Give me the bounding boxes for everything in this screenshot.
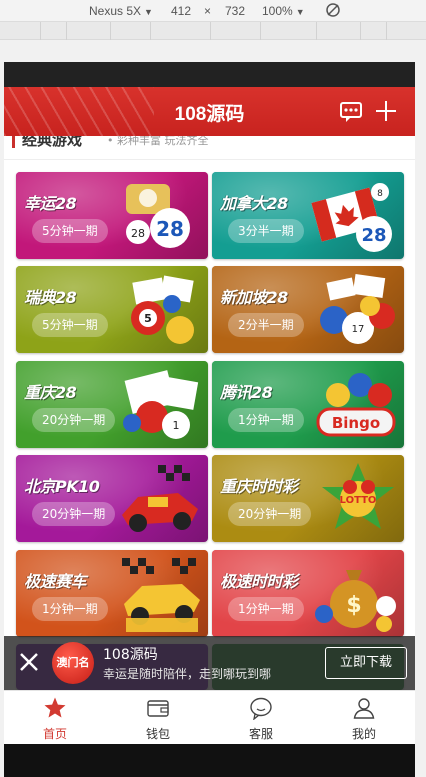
zoom-select[interactable]: 100% ▼ [262, 4, 305, 18]
screen: Nexus 5X ▼ 412 × 732 100% ▼ 108源码 经典游戏 • 彩… [0, 0, 426, 777]
game-period: 2分半一期 [228, 313, 304, 337]
phone-viewport: 108源码 经典游戏 • 彩种丰富 玩法齐全 幸运28 5分钟一期 28 28 加… [4, 62, 415, 777]
game-tile-tencent28[interactable]: 腾讯28 1分钟一期 Bingo [212, 361, 404, 448]
game-tile-canada28[interactable]: 加拿大28 3分半一期 28 8 [212, 172, 404, 259]
svg-text:1: 1 [173, 419, 180, 432]
game-tile-lucky28[interactable]: 幸运28 5分钟一期 28 28 [16, 172, 208, 259]
game-name: 瑞典28 [24, 288, 77, 307]
tab-label: 我的 [351, 727, 376, 741]
bottom-tab-bar: 首页 钱包 客服 我的 [4, 690, 415, 744]
game-name: 新加坡28 [220, 288, 288, 307]
game-name: 重庆时时彩 [220, 477, 298, 496]
app-header: 108源码 [4, 87, 415, 136]
game-period: 3分半一期 [228, 219, 304, 243]
message-button[interactable] [335, 95, 367, 127]
tab-home[interactable]: 首页 [4, 691, 106, 745]
tab-label: 钱包 [145, 727, 170, 741]
banner-title: 108源码 [103, 647, 158, 663]
lottery-card-icon: 1 [123, 370, 199, 439]
game-tile-beijing-pk10[interactable]: 北京PK10 20分钟一期 [16, 455, 208, 542]
height-input[interactable]: 732 [225, 4, 245, 18]
download-banner: 澳门名 108源码 幸运是随时陪伴，走到哪玩到哪 立即下载 [4, 636, 415, 690]
close-banner-button[interactable] [16, 649, 42, 675]
section-header: 经典游戏 • 彩种丰富 玩法齐全 [4, 136, 415, 160]
bingo-balls-icon: 17 [320, 274, 395, 344]
game-period: 5分钟一期 [32, 313, 108, 337]
game-name: 北京PK10 [24, 477, 100, 496]
plus-icon [376, 101, 396, 121]
tab-label: 首页 [42, 727, 67, 741]
lotto-star-icon: LOTTO [322, 463, 394, 529]
game-tile-chongqing28[interactable]: 重庆28 20分钟一期 1 [16, 361, 208, 448]
game-name: 极速时时彩 [220, 572, 298, 591]
svg-text:28: 28 [131, 227, 145, 240]
rotate-icon[interactable] [325, 2, 341, 21]
tab-service[interactable]: 客服 [210, 691, 312, 745]
game-period: 20分钟一期 [228, 502, 312, 526]
status-bar [4, 62, 415, 87]
download-button[interactable]: 立即下载 [325, 647, 407, 679]
game-tile-speed-racing[interactable]: 极速赛车 1分钟一期 [16, 550, 208, 637]
svg-text:LOTTO: LOTTO [340, 495, 377, 506]
game-name: 重庆28 [24, 383, 77, 402]
tab-wallet[interactable]: 钱包 [107, 691, 209, 745]
tab-label: 客服 [248, 727, 273, 741]
section-title: 经典游戏 [22, 136, 83, 149]
game-name: 加拿大28 [220, 194, 288, 213]
game-name: 腾讯28 [220, 383, 273, 402]
lottery-balls-icon: 28 28 [126, 184, 190, 248]
game-tile-sweden28[interactable]: 瑞典28 5分钟一期 5 [16, 266, 208, 353]
lottery-tickets-icon: 5 [131, 275, 194, 344]
svg-text:8: 8 [377, 189, 383, 199]
game-period: 1分钟一期 [228, 597, 304, 621]
game-period: 20分钟一期 [32, 502, 116, 526]
width-input[interactable]: 412 [171, 4, 191, 18]
message-icon [340, 102, 362, 122]
svg-text:Bingo: Bingo [332, 414, 380, 432]
close-icon [20, 653, 38, 671]
money-bag-icon: $ [315, 570, 396, 632]
svg-text:28: 28 [156, 217, 184, 241]
add-button[interactable] [370, 95, 402, 127]
game-period: 5分钟一期 [32, 219, 108, 243]
svg-text:28: 28 [361, 225, 386, 246]
dimension-separator: × [204, 4, 212, 18]
game-name: 幸运28 [24, 194, 77, 213]
devtools-device-toolbar: Nexus 5X ▼ 412 × 732 100% ▼ [0, 0, 426, 22]
star-icon [44, 697, 66, 718]
user-icon [353, 698, 375, 719]
svg-text:$: $ [346, 593, 361, 618]
game-period: 20分钟一期 [32, 408, 116, 432]
system-nav-bar [4, 744, 415, 777]
svg-text:17: 17 [352, 324, 365, 335]
tab-profile[interactable]: 我的 [313, 691, 415, 745]
chat-icon [250, 697, 272, 720]
section-subtitle: • 彩种丰富 玩法齐全 [107, 136, 209, 147]
game-tile-singapore28[interactable]: 新加坡28 2分半一期 17 [212, 266, 404, 353]
game-period: 1分钟一期 [228, 408, 304, 432]
devtools-media-ruler [0, 22, 426, 40]
svg-text:5: 5 [144, 312, 152, 325]
game-period: 1分钟一期 [32, 597, 108, 621]
app-logo: 澳门名 [52, 642, 94, 684]
section-accent-bar [12, 136, 15, 148]
racing-flag-icon [122, 558, 200, 632]
bingo-sign-icon: Bingo [316, 373, 396, 437]
canada-flag-icon: 28 8 [311, 183, 392, 252]
wallet-icon [147, 700, 169, 717]
banner-subtitle: 幸运是随时陪伴，走到哪玩到哪 [103, 667, 272, 681]
device-select[interactable]: Nexus 5X ▼ [89, 4, 153, 18]
race-car-icon [122, 465, 198, 532]
game-tile-speed-ssc[interactable]: 极速时时彩 1分钟一期 $ [212, 550, 404, 637]
game-name: 极速赛车 [24, 572, 87, 591]
game-tile-chongqing-ssc[interactable]: 重庆时时彩 20分钟一期 LOTTO [212, 455, 404, 542]
